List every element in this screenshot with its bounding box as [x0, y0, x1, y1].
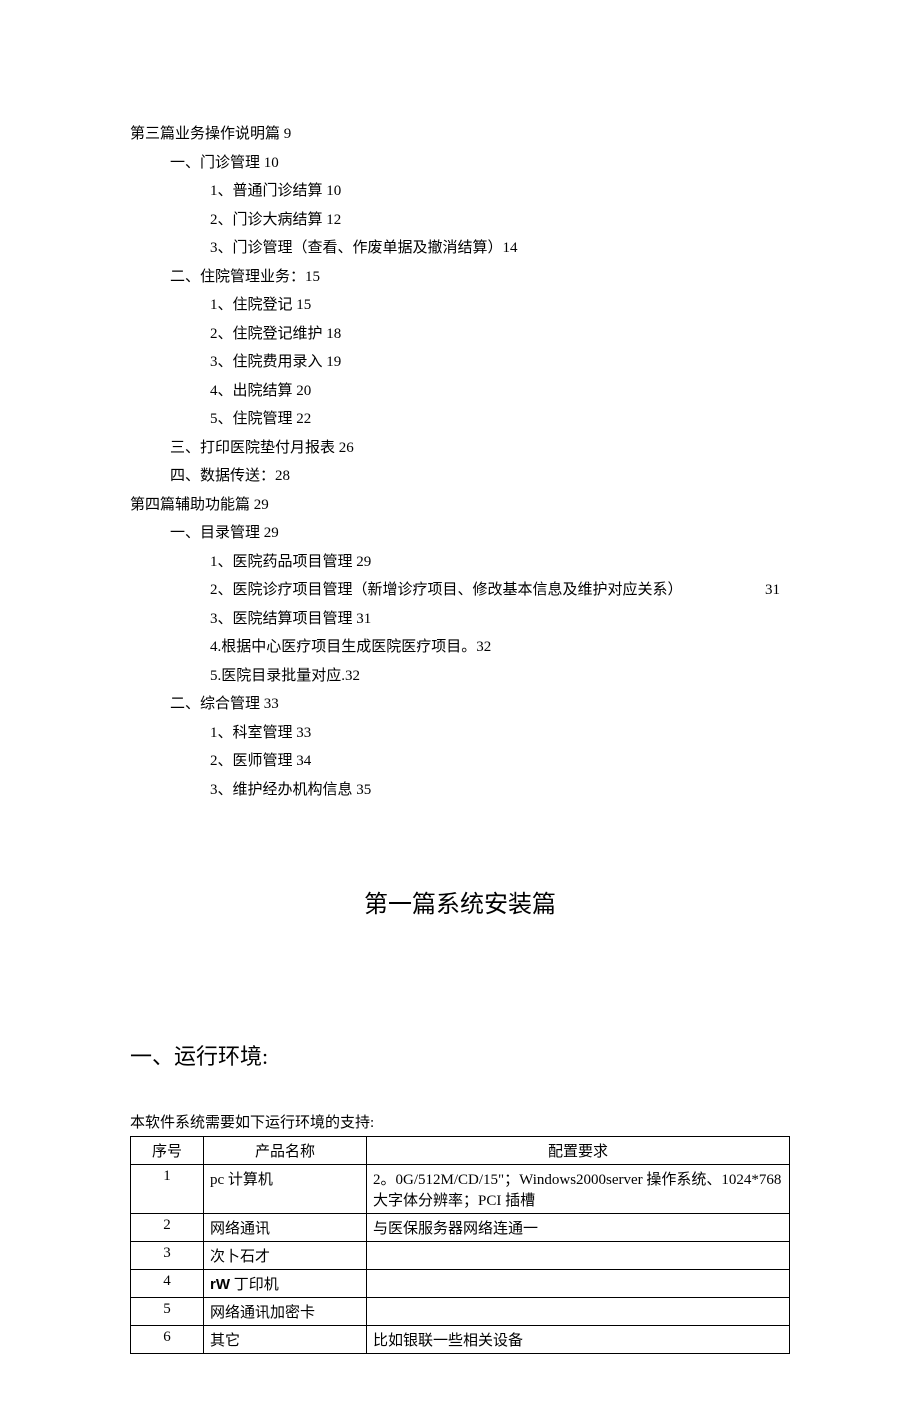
toc-item: 1、医院药品项目管理 29 [130, 548, 790, 577]
toc-item-page: 31 [765, 576, 780, 605]
cell-num: 2 [131, 1214, 204, 1242]
toc-item: 3、住院费用录入 19 [130, 348, 790, 377]
table-row: 2 网络通讯 与医保服务器网络连通一 [131, 1214, 790, 1242]
toc-item: 2、医院诊疗项目管理（新增诊疗项目、修改基本信息及维护对应关系） 31 [130, 576, 790, 605]
toc-item: 一、目录管理 29 [130, 519, 790, 548]
cell-product: 次卜石才 [204, 1242, 367, 1270]
col-header-product: 产品名称 [204, 1137, 367, 1165]
toc-item: 3、医院结算项目管理 31 [130, 605, 790, 634]
cell-req: 与医保服务器网络连通一 [367, 1214, 790, 1242]
table-header-row: 序号 产品名称 配置要求 [131, 1137, 790, 1165]
cell-req [367, 1270, 790, 1298]
cell-num: 4 [131, 1270, 204, 1298]
cell-num: 5 [131, 1298, 204, 1326]
toc-item: 二、住院管理业务：15 [130, 263, 790, 292]
cell-product: pc 计算机 [204, 1165, 367, 1214]
section-title: 一、运行环境: [130, 1039, 790, 1071]
table-row: 6 其它 比如银联一些相关设备 [131, 1326, 790, 1354]
cell-num: 1 [131, 1165, 204, 1214]
col-header-req: 配置要求 [367, 1137, 790, 1165]
toc-item: 3、维护经办机构信息 35 [130, 776, 790, 805]
requirements-table: 序号 产品名称 配置要求 1 pc 计算机 2。0G/512M/CD/15"；W… [130, 1136, 790, 1354]
cell-product: rW 丁印机 [204, 1270, 367, 1298]
cell-req [367, 1242, 790, 1270]
toc-item: 四、数据传送：28 [130, 462, 790, 491]
toc-item: 5、住院管理 22 [130, 405, 790, 434]
cell-req: 2。0G/512M/CD/15"；Windows2000server 操作系统、… [367, 1165, 790, 1214]
cell-num: 6 [131, 1326, 204, 1354]
cell-num: 3 [131, 1242, 204, 1270]
toc-item: 1、科室管理 33 [130, 719, 790, 748]
toc-item: 3、门诊管理（查看、作废单据及撤消结算）14 [130, 234, 790, 263]
table-intro: 本软件系统需要如下运行环境的支持: [130, 1111, 790, 1132]
toc-item: 4、出院结算 20 [130, 377, 790, 406]
table-row: 4 rW 丁印机 [131, 1270, 790, 1298]
toc-item: 三、打印医院垫付月报表 26 [130, 434, 790, 463]
cell-req: 比如银联一些相关设备 [367, 1326, 790, 1354]
table-row: 1 pc 计算机 2。0G/512M/CD/15"；Windows2000ser… [131, 1165, 790, 1214]
toc-item: 5.医院目录批量对应.32 [130, 662, 790, 691]
chapter-title: 第一篇系统安装篇 [130, 884, 790, 919]
toc-item: 1、住院登记 15 [130, 291, 790, 320]
rw-prefix: rW [210, 1276, 230, 1293]
toc-item-text: 2、医院诊疗项目管理（新增诊疗项目、修改基本信息及维护对应关系） [210, 576, 683, 605]
table-of-contents: 第三篇业务操作说明篇 9 一、门诊管理 10 1、普通门诊结算 10 2、门诊大… [130, 120, 790, 804]
cell-product: 其它 [204, 1326, 367, 1354]
toc-item: 4.根据中心医疗项目生成医院医疗项目。32 [130, 633, 790, 662]
toc-item: 1、普通门诊结算 10 [130, 177, 790, 206]
cell-product: 网络通讯 [204, 1214, 367, 1242]
table-row: 3 次卜石才 [131, 1242, 790, 1270]
cell-product: 网络通讯加密卡 [204, 1298, 367, 1326]
toc-item: 第三篇业务操作说明篇 9 [130, 120, 790, 149]
rw-suffix: 丁印机 [230, 1277, 279, 1293]
toc-item: 2、住院登记维护 18 [130, 320, 790, 349]
toc-item: 二、综合管理 33 [130, 690, 790, 719]
toc-item: 第四篇辅助功能篇 29 [130, 491, 790, 520]
toc-item: 2、门诊大病结算 12 [130, 206, 790, 235]
col-header-num: 序号 [131, 1137, 204, 1165]
table-row: 5 网络通讯加密卡 [131, 1298, 790, 1326]
cell-req [367, 1298, 790, 1326]
toc-item: 2、医师管理 34 [130, 747, 790, 776]
toc-item: 一、门诊管理 10 [130, 149, 790, 178]
